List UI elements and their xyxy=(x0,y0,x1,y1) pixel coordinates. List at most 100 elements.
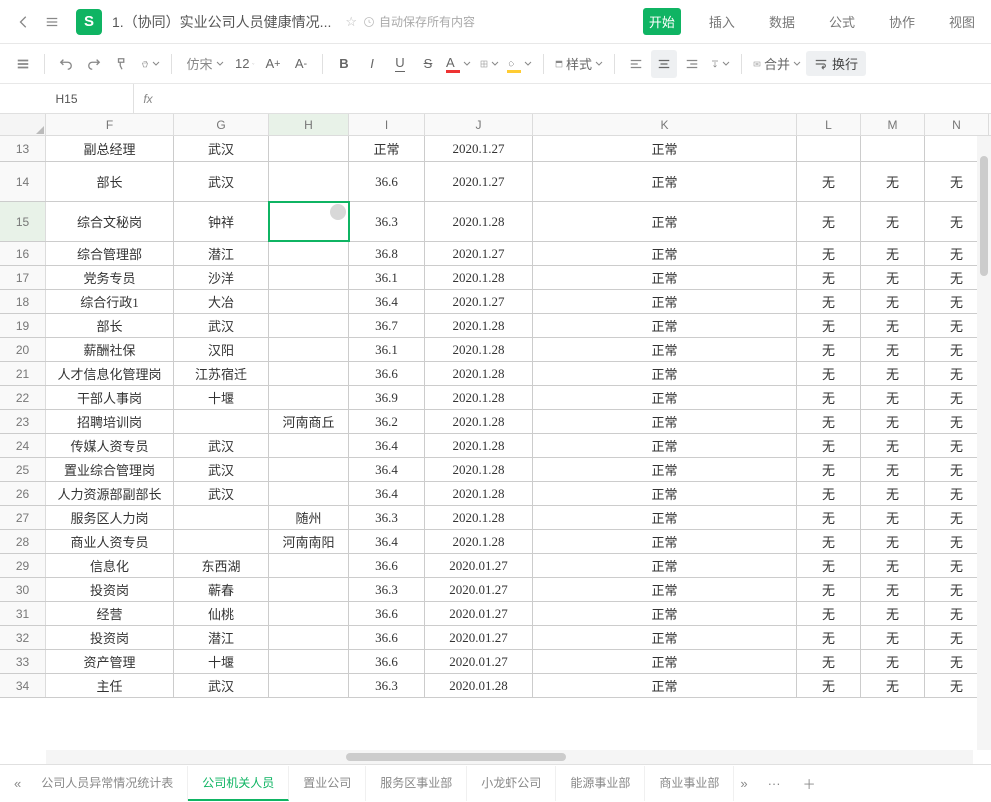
col-header-N[interactable]: N xyxy=(925,114,989,135)
cell-J27[interactable]: 2020.1.28 xyxy=(425,506,533,529)
cell-M19[interactable]: 无 xyxy=(861,314,925,337)
strikethrough-button[interactable]: S xyxy=(415,50,441,78)
sheet-tab-6[interactable]: 商业事业部 xyxy=(645,766,734,801)
font-size-select[interactable]: 12 xyxy=(232,50,258,78)
sheet-tab-2[interactable]: 置业公司 xyxy=(289,766,366,801)
cell-F23[interactable]: 招聘培训岗 xyxy=(46,410,174,433)
cell-G27[interactable] xyxy=(174,506,269,529)
cell-I13[interactable]: 正常 xyxy=(349,136,425,161)
cell-K28[interactable]: 正常 xyxy=(533,530,797,553)
col-header-I[interactable]: I xyxy=(349,114,425,135)
cell-M21[interactable]: 无 xyxy=(861,362,925,385)
cell-G16[interactable]: 潜江 xyxy=(174,242,269,265)
menu-button[interactable] xyxy=(38,8,66,36)
fill-color-button[interactable] xyxy=(504,50,535,78)
cell-H27[interactable]: 随州 xyxy=(269,506,349,529)
cell-L20[interactable]: 无 xyxy=(797,338,861,361)
cell-M32[interactable]: 无 xyxy=(861,626,925,649)
formula-input[interactable] xyxy=(162,84,991,113)
cell-J34[interactable]: 2020.01.28 xyxy=(425,674,533,697)
cell-H19[interactable] xyxy=(269,314,349,337)
row-header-21[interactable]: 21 xyxy=(0,362,46,385)
cell-G32[interactable]: 潜江 xyxy=(174,626,269,649)
cell-F21[interactable]: 人才信息化管理岗 xyxy=(46,362,174,385)
cell-I26[interactable]: 36.4 xyxy=(349,482,425,505)
decrease-font-button[interactable]: A- xyxy=(288,50,314,78)
redo-button[interactable] xyxy=(81,50,107,78)
cell-I31[interactable]: 36.6 xyxy=(349,602,425,625)
cell-J15[interactable]: 2020.1.28 xyxy=(425,202,533,241)
cell-I25[interactable]: 36.4 xyxy=(349,458,425,481)
row-header-13[interactable]: 13 xyxy=(0,136,46,161)
cell-G34[interactable]: 武汉 xyxy=(174,674,269,697)
cell-M16[interactable]: 无 xyxy=(861,242,925,265)
cell-F20[interactable]: 薪酬社保 xyxy=(46,338,174,361)
cell-K30[interactable]: 正常 xyxy=(533,578,797,601)
cell-H20[interactable] xyxy=(269,338,349,361)
cell-F22[interactable]: 干部人事岗 xyxy=(46,386,174,409)
row-header-18[interactable]: 18 xyxy=(0,290,46,313)
row-header-17[interactable]: 17 xyxy=(0,266,46,289)
cell-H26[interactable] xyxy=(269,482,349,505)
cell-K31[interactable]: 正常 xyxy=(533,602,797,625)
cell-G19[interactable]: 武汉 xyxy=(174,314,269,337)
cell-I16[interactable]: 36.8 xyxy=(349,242,425,265)
cell-L16[interactable]: 无 xyxy=(797,242,861,265)
cell-G30[interactable]: 蕲春 xyxy=(174,578,269,601)
cell-M13[interactable] xyxy=(861,136,925,161)
col-header-J[interactable]: J xyxy=(425,114,533,135)
cell-L21[interactable]: 无 xyxy=(797,362,861,385)
cell-I22[interactable]: 36.9 xyxy=(349,386,425,409)
sheet-tab-0[interactable]: 公司人员异常情况统计表 xyxy=(27,766,188,801)
cell-H25[interactable] xyxy=(269,458,349,481)
cell-I33[interactable]: 36.6 xyxy=(349,650,425,673)
format-painter-button[interactable] xyxy=(109,50,135,78)
cell-J24[interactable]: 2020.1.28 xyxy=(425,434,533,457)
cell-M27[interactable]: 无 xyxy=(861,506,925,529)
cell-K19[interactable]: 正常 xyxy=(533,314,797,337)
row-header-26[interactable]: 26 xyxy=(0,482,46,505)
cell-I15[interactable]: 36.3 xyxy=(349,202,425,241)
sheet-nav-prev[interactable]: « xyxy=(8,776,27,791)
cell-F13[interactable]: 副总经理 xyxy=(46,136,174,161)
cell-K15[interactable]: 正常 xyxy=(533,202,797,241)
col-header-L[interactable]: L xyxy=(797,114,861,135)
cell-K17[interactable]: 正常 xyxy=(533,266,797,289)
sheet-tab-1[interactable]: 公司机关人员 xyxy=(188,766,289,801)
row-header-27[interactable]: 27 xyxy=(0,506,46,529)
cell-J16[interactable]: 2020.1.27 xyxy=(425,242,533,265)
row-header-32[interactable]: 32 xyxy=(0,626,46,649)
cell-G29[interactable]: 东西湖 xyxy=(174,554,269,577)
cell-F31[interactable]: 经营 xyxy=(46,602,174,625)
cell-M23[interactable]: 无 xyxy=(861,410,925,433)
increase-font-button[interactable]: A+ xyxy=(260,50,286,78)
row-header-19[interactable]: 19 xyxy=(0,314,46,337)
cell-L30[interactable]: 无 xyxy=(797,578,861,601)
cell-I24[interactable]: 36.4 xyxy=(349,434,425,457)
merge-button[interactable]: 合并 xyxy=(750,50,804,78)
cell-M18[interactable]: 无 xyxy=(861,290,925,313)
row-header-15[interactable]: 15 xyxy=(0,202,46,241)
sheet-tab-4[interactable]: 小龙虾公司 xyxy=(467,766,556,801)
cell-H15[interactable] xyxy=(269,202,349,241)
cell-J18[interactable]: 2020.1.27 xyxy=(425,290,533,313)
cell-G23[interactable] xyxy=(174,410,269,433)
cell-M22[interactable]: 无 xyxy=(861,386,925,409)
sheet-nav-next[interactable]: » xyxy=(734,776,753,791)
row-header-29[interactable]: 29 xyxy=(0,554,46,577)
cell-J21[interactable]: 2020.1.28 xyxy=(425,362,533,385)
cell-H29[interactable] xyxy=(269,554,349,577)
cell-L25[interactable]: 无 xyxy=(797,458,861,481)
cell-J26[interactable]: 2020.1.28 xyxy=(425,482,533,505)
cell-L28[interactable]: 无 xyxy=(797,530,861,553)
cell-L24[interactable]: 无 xyxy=(797,434,861,457)
row-header-34[interactable]: 34 xyxy=(0,674,46,697)
menu-tab-2[interactable]: 数据 xyxy=(763,8,801,35)
cell-M30[interactable]: 无 xyxy=(861,578,925,601)
cell-L31[interactable]: 无 xyxy=(797,602,861,625)
menu-tab-4[interactable]: 协作 xyxy=(883,8,921,35)
row-header-14[interactable]: 14 xyxy=(0,162,46,201)
cell-J23[interactable]: 2020.1.28 xyxy=(425,410,533,433)
cell-style-button[interactable]: 样式 xyxy=(552,50,606,78)
col-header-G[interactable]: G xyxy=(174,114,269,135)
